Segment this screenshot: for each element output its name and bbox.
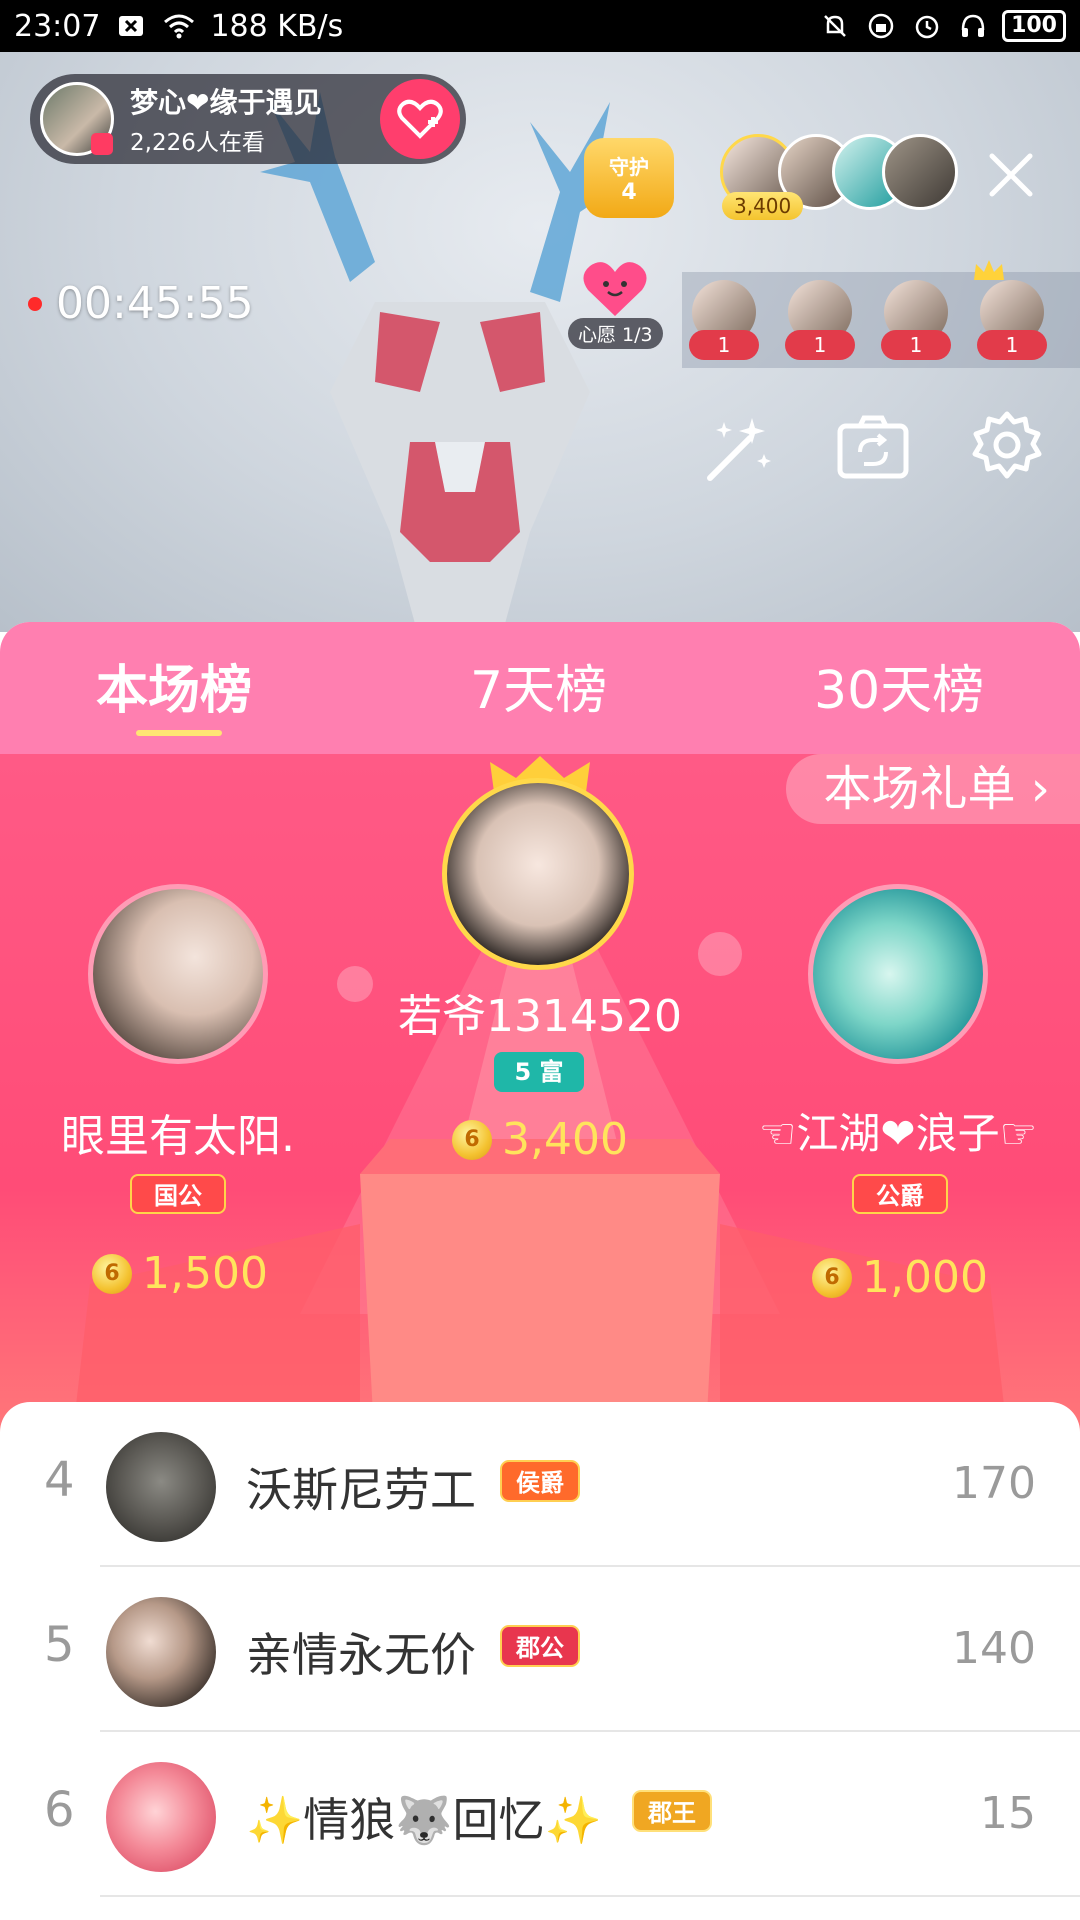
battery-indicator: 100 [1002,10,1066,42]
podium-3-coins: 6 1,000 [812,1252,988,1303]
divider [100,1895,1080,1897]
tab-30-days[interactable]: 30天榜 [814,648,984,723]
rotation-lock-icon [864,11,898,41]
user-avatar[interactable] [106,1432,216,1542]
fan-badge: 1 [977,330,1047,360]
wifi-icon [162,11,196,41]
net-speed: 188 KB/s [210,8,344,44]
heart-icon [583,262,647,316]
live-timer: 00:45:55 [28,278,254,329]
host-avatar[interactable] [40,82,114,156]
active-tab-indicator [136,730,222,736]
status-bar: 23:07 188 KB/s 100 [0,0,1080,52]
follow-button[interactable] [380,79,460,159]
list-item[interactable]: 4 沃斯尼劳工 侯爵 170 [0,1402,1080,1567]
live-video: 梦心❤缘于遇见 2,226人在看 守护 4 3,400 00:45:55 心愿 … [0,52,1080,632]
headphones-icon [956,11,990,41]
top-contributor-amount: 3,400 [722,192,804,220]
recording-dot-icon [28,296,42,311]
coin-icon: 6 [812,1257,852,1298]
guard-badge[interactable]: 守护 4 [584,138,674,218]
contributor-avatar[interactable] [882,134,958,210]
rank-tag: 郡王 [632,1790,712,1832]
crown-icon [974,260,1004,280]
podium-3-avatar[interactable] [808,884,988,1064]
ranking-list: 4 沃斯尼劳工 侯爵 170 5 亲情永无价 郡公 140 6 ✨情狼🐺回忆✨ … [0,1402,1080,1920]
rank-number: 5 [44,1617,75,1673]
beauty-wand-icon[interactable] [700,408,778,486]
guard-count: 4 [621,180,637,205]
heart-plus-icon [397,99,443,139]
fan-group-row: 1 1 1 1 [682,260,1080,368]
host-info-pill[interactable]: 梦心❤缘于遇见 2,226人在看 [30,74,466,164]
timer-text: 00:45:55 [56,278,254,329]
contribution-value: 170 [952,1458,1036,1509]
live-indicator-icon [91,133,113,155]
ranking-panel: 本场榜 7天榜 30天榜 1 2 3 本场礼单 › 若爷1314520 5 富 … [0,622,1080,1920]
tab-current-session[interactable]: 本场榜 [96,648,252,723]
list-item[interactable]: 6 ✨情狼🐺回忆✨ 郡王 15 [0,1732,1080,1897]
notification-icon [114,11,148,41]
podium-3-rank-tag: 公爵 [852,1174,948,1214]
podium-1-name: 若爷1314520 [398,991,682,1042]
podium-3-name: ☜江湖❤浪子☞ [758,1109,1038,1158]
viewer-count: 2,226人在看 [130,130,265,156]
rank-tag: 侯爵 [500,1460,580,1502]
user-avatar[interactable] [106,1597,216,1707]
host-name: 梦心❤缘于遇见 [130,86,322,119]
status-time: 23:07 [14,8,101,44]
settings-gear-icon[interactable] [968,408,1046,486]
user-name: ✨情狼🐺回忆✨ [246,1793,602,1847]
guard-label: 守护 [609,155,649,179]
wish-label: 心愿 1/3 [568,318,663,349]
top-contributor-avatars[interactable]: 3,400 [718,134,958,220]
podium-2-avatar[interactable] [88,884,268,1064]
rank-number: 4 [44,1452,75,1508]
ranking-tabs: 本场榜 7天榜 30天榜 [0,622,1080,754]
wish-widget[interactable]: 心愿 1/3 [568,258,668,354]
podium-1-coins: 6 3,400 [452,1114,628,1165]
alarm-icon [910,11,944,41]
fan-badge: 1 [785,330,855,360]
podium-1-coins-value: 3,400 [502,1114,628,1165]
user-avatar[interactable] [106,1762,216,1872]
user-name: 沃斯尼劳工 [246,1463,476,1517]
rank-number: 6 [44,1782,75,1838]
mute-bell-icon [818,11,852,41]
podium-2-name: 眼里有太阳. [61,1111,295,1162]
contribution-value: 15 [980,1788,1036,1839]
tab-7-days[interactable]: 7天榜 [470,648,607,723]
gift-list-link[interactable]: 本场礼单 › [785,754,1080,824]
podium-2-coins: 6 1,500 [92,1248,268,1299]
fan-badge: 1 [881,330,951,360]
podium-3-coins-value: 1,000 [862,1252,988,1303]
podium-1-avatar[interactable] [442,778,634,970]
camera-switch-icon[interactable] [834,408,912,486]
podium-1-level-tag: 5 富 [494,1052,584,1092]
list-item[interactable]: 5 亲情永无价 郡公 140 [0,1567,1080,1732]
user-name: 亲情永无价 [246,1628,476,1682]
close-icon[interactable] [986,150,1036,200]
coin-icon: 6 [452,1119,492,1160]
podium-2-rank-tag: 国公 [130,1174,226,1214]
fan-badge: 1 [689,330,759,360]
podium-2-coins-value: 1,500 [142,1248,268,1299]
coin-icon: 6 [92,1253,132,1294]
rank-tag: 郡公 [500,1625,580,1667]
contribution-value: 140 [952,1623,1036,1674]
